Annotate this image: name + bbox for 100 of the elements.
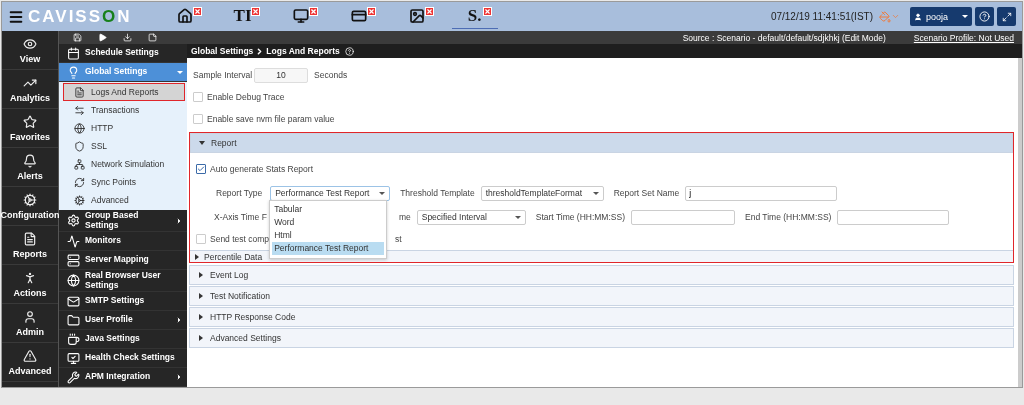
submenu-item[interactable]: Network Simulation (63, 155, 185, 173)
help-button[interactable] (975, 7, 994, 26)
nav-item[interactable]: Reports (2, 226, 58, 265)
field-label: X-Axis Time F (214, 212, 267, 222)
dropdown-option[interactable]: Word (272, 215, 385, 229)
checkbox-label: Enable save nvm file param value (207, 114, 335, 124)
chevron-icon[interactable] (175, 216, 183, 225)
section-header[interactable]: Event Log (189, 265, 1014, 285)
submenu-icon (74, 158, 85, 170)
close-icon[interactable] (424, 6, 434, 16)
section-header[interactable]: HTTP Response Code (189, 307, 1014, 327)
caret-icon (379, 191, 386, 195)
close-icon[interactable] (192, 6, 202, 16)
close-icon[interactable] (308, 6, 318, 16)
submenu-item[interactable]: HTTP (63, 119, 185, 137)
nav-icon (23, 153, 37, 168)
dropdown-option[interactable]: Performance Test Report (272, 241, 385, 255)
nav-icon (23, 348, 37, 363)
tab-icon (408, 8, 425, 24)
tab-icon (350, 8, 367, 24)
submenu-item[interactable]: Sync Points (63, 173, 185, 191)
close-icon[interactable] (482, 6, 492, 16)
submenu-icon (74, 86, 85, 98)
submenu-icon (74, 176, 85, 188)
chevron-icon[interactable] (175, 373, 183, 381)
nav-icon (23, 114, 37, 129)
nav-item[interactable]: Admin (2, 304, 58, 343)
date-time: 07/12/19 11:41:51(IST) (770, 11, 873, 22)
menu-item[interactable]: APM Integration (59, 368, 187, 387)
submenu-item[interactable]: Advanced (63, 191, 185, 209)
nav-icon (23, 270, 37, 285)
field-label: Report Set Name (613, 188, 680, 198)
nav-item[interactable]: Configuration (2, 187, 58, 226)
expand-icon (1001, 11, 1012, 22)
fullscreen-button[interactable] (997, 7, 1016, 26)
end-time-field[interactable] (837, 209, 950, 225)
nav-icon (23, 192, 37, 207)
note-icon[interactable] (148, 33, 157, 42)
logo: CAVISSON (28, 6, 132, 27)
checkbox-label: st (395, 233, 402, 244)
nav-item[interactable]: Advanced (2, 343, 58, 382)
field-label: me (398, 212, 411, 222)
menu-item[interactable]: User Profile (59, 311, 187, 330)
nav-item[interactable]: Favorites (2, 109, 58, 148)
nav-icon (23, 309, 37, 324)
nav-item[interactable]: View (2, 31, 58, 70)
dropdown-option[interactable]: Html (272, 228, 385, 242)
menu-item[interactable]: Health Check Settings (59, 349, 187, 368)
time-mode-select[interactable]: Specified Interval (416, 209, 526, 225)
section-header[interactable]: Test Notification (189, 286, 1014, 306)
section-header[interactable]: Advanced Settings (189, 328, 1014, 348)
nav-item[interactable]: Actions (2, 265, 58, 304)
submenu-icon (74, 122, 85, 134)
submenu-icon (74, 194, 85, 206)
report-set-name-field[interactable]: j (685, 185, 838, 201)
unit-label: Seconds (314, 70, 348, 80)
interval-field[interactable]: 10 (254, 67, 309, 83)
checkbox-label: Send test comp (210, 233, 270, 244)
user-button[interactable]: pooja (910, 7, 972, 26)
menu-item[interactable]: SMTP Settings (59, 292, 187, 311)
field-label: Sample Interval (193, 70, 253, 80)
submenu-item[interactable]: SSL (63, 137, 185, 155)
threshold-select[interactable]: thresholdTemplateFormat (480, 185, 604, 201)
breadcrumb-parent[interactable]: Global Settings (191, 46, 254, 56)
submenu-item[interactable]: Transactions (63, 101, 185, 119)
breadcrumb-current: Logs And Reports (266, 46, 340, 56)
start-time-field[interactable] (631, 209, 735, 225)
menu-item[interactable]: Server Mapping (59, 251, 187, 270)
chevron-icon[interactable] (175, 316, 183, 324)
scenario-profile-link[interactable]: Scenario Profile: Not Used (913, 32, 1014, 43)
submenu-icon (74, 104, 85, 116)
nav-icon (23, 36, 37, 51)
nav-item[interactable]: Analytics (2, 70, 58, 109)
caret-icon (592, 191, 599, 195)
caret-icon[interactable] (177, 70, 183, 74)
nav-item[interactable]: Alerts (2, 148, 58, 187)
help-icon[interactable] (344, 46, 354, 56)
section-header[interactable]: Report (190, 133, 1013, 153)
checkbox[interactable] (196, 164, 206, 174)
dropdown-option[interactable]: Tabular (272, 202, 385, 216)
field-label: Report Type (216, 188, 263, 198)
source-text: Source : Scenario - default/default/sdjkhkj (Edit Mode) (682, 32, 886, 43)
nav-icon (23, 231, 37, 246)
tab[interactable]: S. (451, 4, 498, 29)
field-label: End Time (HH:MM:SS) (745, 212, 832, 222)
submenu-icon (74, 140, 85, 152)
close-icon[interactable] (250, 6, 260, 16)
tab[interactable]: TI (219, 4, 266, 29)
close-icon[interactable] (366, 6, 376, 16)
submenu-item[interactable]: Logs And Reports (63, 83, 185, 101)
caret-icon (514, 215, 521, 219)
report-type-select[interactable]: Performance Test Report (270, 185, 391, 201)
tab-icon (292, 8, 309, 24)
play-icon[interactable] (98, 33, 107, 42)
tab-icon (176, 8, 193, 24)
checkbox-label: Auto generate Stats Report (210, 164, 313, 174)
checkbox-label: Enable Debug Trace (207, 92, 285, 102)
save-icon[interactable] (73, 33, 82, 42)
user-icon (914, 12, 922, 21)
download-icon[interactable] (123, 33, 132, 42)
